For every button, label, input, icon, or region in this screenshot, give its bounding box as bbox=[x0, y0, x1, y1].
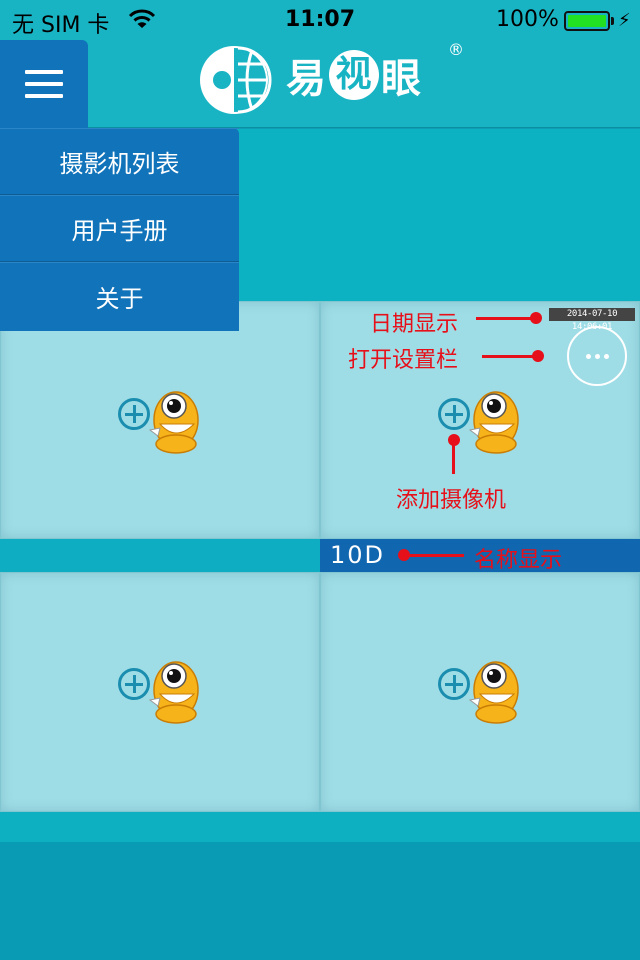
more-icon-dot bbox=[585, 353, 591, 359]
annotation-line bbox=[452, 444, 455, 474]
bottom-area bbox=[0, 842, 640, 960]
registered-mark: ® bbox=[448, 40, 464, 59]
mascot-icon bbox=[468, 661, 519, 724]
more-icon-dot bbox=[594, 353, 600, 359]
status-bar: 无 SIM 卡 11:07 100% ⚡ bbox=[0, 0, 640, 40]
menu-item-user-manual[interactable]: 用户手册 bbox=[0, 195, 239, 262]
logo-char-2: 视 bbox=[329, 50, 379, 100]
battery-percent: 100% bbox=[496, 7, 559, 32]
battery-tip bbox=[611, 17, 614, 25]
logo-char-1: 易 bbox=[286, 56, 327, 102]
annotation-add-camera: 添加摄像机 bbox=[396, 488, 507, 513]
logo-char-3: 眼 bbox=[381, 56, 422, 102]
more-icon-dot bbox=[603, 353, 609, 359]
add-camera-button[interactable] bbox=[118, 390, 208, 462]
mascot-icon bbox=[148, 661, 199, 724]
annotation-line bbox=[404, 554, 464, 557]
menu-item-camera-list[interactable]: 摄影机列表 bbox=[0, 128, 239, 195]
hamburger-menu-button[interactable] bbox=[0, 40, 88, 128]
name-strip-left bbox=[0, 539, 320, 572]
annotation-date-display: 日期显示 bbox=[370, 312, 459, 337]
annotation-name-display: 名称显示 bbox=[474, 548, 563, 573]
bottom-band bbox=[0, 812, 640, 842]
menu-item-about[interactable]: 关于 bbox=[0, 262, 239, 329]
charging-icon: ⚡ bbox=[618, 10, 631, 31]
more-settings-button[interactable] bbox=[567, 326, 627, 386]
app-header: 易 视 眼 ® bbox=[0, 40, 640, 128]
annotation-line bbox=[476, 317, 534, 320]
mascot-icon bbox=[148, 391, 199, 454]
annotation-dot bbox=[532, 350, 544, 362]
side-dropdown-menu: 摄影机列表 用户手册 关于 bbox=[0, 128, 239, 331]
mascot-icon bbox=[468, 391, 519, 454]
battery-icon bbox=[564, 11, 610, 31]
app-logo: 易 视 眼 ® bbox=[194, 40, 474, 120]
logo-text: 易 视 眼 bbox=[286, 46, 422, 104]
add-camera-button[interactable] bbox=[118, 660, 208, 732]
hamburger-icon-bar bbox=[25, 70, 63, 74]
hamburger-icon-bar bbox=[25, 82, 63, 86]
annotation-open-settings: 打开设置栏 bbox=[348, 348, 459, 373]
camera-name: 10D bbox=[330, 541, 386, 569]
add-camera-button[interactable] bbox=[438, 660, 528, 732]
logo-globe-icon bbox=[200, 46, 272, 114]
annotation-line bbox=[482, 355, 536, 358]
annotation-dot bbox=[530, 312, 542, 324]
hamburger-icon-bar bbox=[25, 94, 63, 98]
camera-timestamp: 2014-07-10 14:06:01 bbox=[549, 308, 635, 332]
